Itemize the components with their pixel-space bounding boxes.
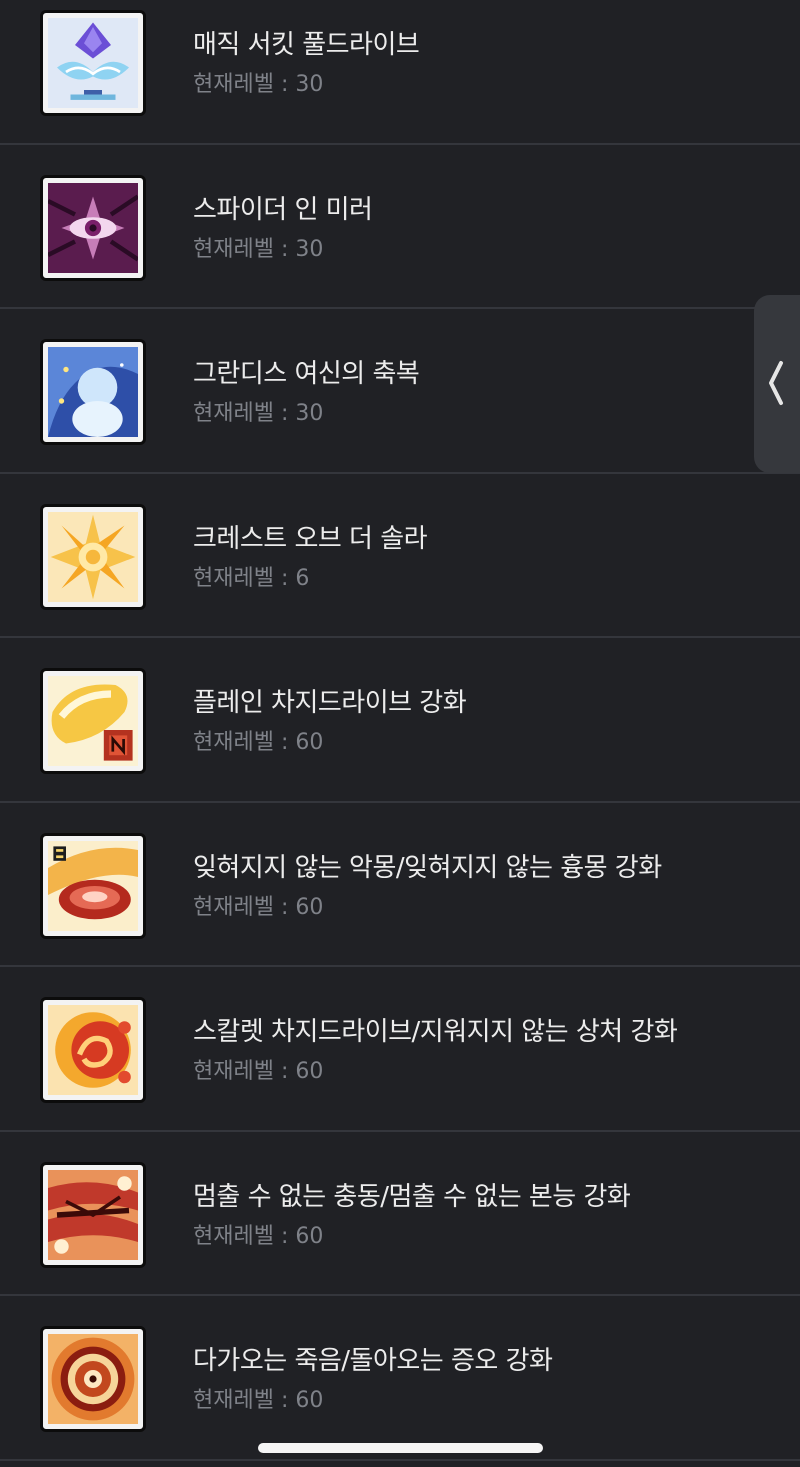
skill-name: 다가오는 죽음/돌아오는 증오 강화 (193, 1346, 553, 1376)
skill-level: 현재레벨 : 60 (193, 1059, 324, 1084)
grandis-goddess-icon (40, 339, 146, 445)
skill-row[interactable]: 스파이더 인 미러 현재레벨 : 30 (0, 145, 800, 309)
magic-circuit-icon (40, 10, 146, 116)
skill-name: 잊혀지지 않는 악몽/잊혀지지 않는 흉몽 강화 (193, 852, 662, 883)
skill-level: 현재레벨 : 60 (193, 730, 324, 755)
skill-row[interactable]: 스칼렛 차지드라이브/지워지지 않는 상처 강화 현재레벨 : 60 (0, 967, 800, 1132)
home-indicator[interactable] (258, 1443, 543, 1453)
skill-row[interactable]: 그란디스 여신의 축복 현재레벨 : 30 (0, 309, 800, 474)
skill-list: 매직 서킷 풀드라이브 현재레벨 : 30 스파이더 인 미러 현재레벨 : 3… (0, 0, 800, 1461)
skill-name: 멈출 수 없는 충동/멈출 수 없는 본능 강화 (193, 1181, 631, 1212)
skill-name: 그란디스 여신의 축복 (193, 359, 420, 389)
skill-row[interactable]: 매직 서킷 풀드라이브 현재레벨 : 30 (0, 0, 800, 145)
skill-row[interactable]: 멈출 수 없는 충동/멈출 수 없는 본능 강화 현재레벨 : 60 (0, 1132, 800, 1296)
unstoppable-impulse-icon (40, 1161, 146, 1268)
skill-name: 크레스트 오브 더 솔라 (193, 523, 428, 554)
skill-level: 현재레벨 : 30 (193, 401, 324, 426)
skill-name: 플레인 차지드라이브 강화 (193, 688, 467, 718)
skill-level: 현재레벨 : 30 (193, 72, 324, 97)
skill-name: 스파이더 인 미러 (193, 194, 373, 225)
skill-row[interactable]: 다가오는 죽음/돌아오는 증오 강화 현재레벨 : 60 (0, 1296, 800, 1461)
skill-level: 현재레벨 : 60 (193, 1223, 324, 1249)
skill-level: 현재레벨 : 6 (193, 565, 310, 591)
skill-level: 현재레벨 : 30 (193, 236, 324, 262)
skill-row[interactable]: 크레스트 오브 더 솔라 현재레벨 : 6 (0, 474, 800, 638)
crest-of-solar-icon (40, 503, 146, 610)
scarlet-chargedrive-icon (40, 997, 146, 1103)
spider-in-mirror-icon (40, 174, 146, 281)
skill-level: 현재레벨 : 60 (193, 1388, 324, 1413)
skill-level: 현재레벨 : 60 (193, 894, 324, 920)
plain-chargedrive-icon (40, 668, 146, 774)
skill-row[interactable]: 플레인 차지드라이브 강화 현재레벨 : 60 (0, 638, 800, 803)
skill-name: 스칼렛 차지드라이브/지워지지 않는 상처 강화 (193, 1017, 678, 1047)
skill-row[interactable]: 잊혀지지 않는 악몽/잊혀지지 않는 흉몽 강화 현재레벨 : 60 (0, 803, 800, 967)
side-panel-tab[interactable] (754, 295, 800, 473)
approaching-death-icon (40, 1326, 146, 1432)
unforgettable-nightmare-icon (40, 832, 146, 939)
skill-name: 매직 서킷 풀드라이브 (193, 30, 420, 60)
chevron-left-icon (769, 361, 783, 405)
